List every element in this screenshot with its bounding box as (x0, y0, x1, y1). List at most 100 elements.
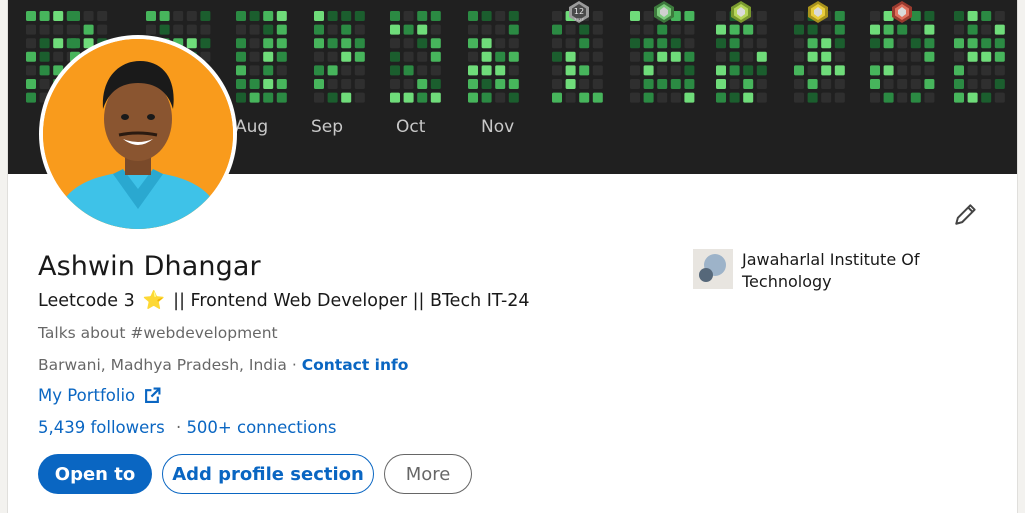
contribution-cell (821, 92, 832, 103)
headline-suffix: || Frontend Web Developer || BTech IT-24 (173, 290, 530, 311)
contribution-cell (26, 65, 36, 76)
contribution-cell (897, 92, 908, 103)
svg-text:12: 12 (574, 7, 584, 16)
contribution-cell (794, 79, 804, 89)
contribution-cell (910, 24, 921, 35)
contribution-cell (263, 79, 274, 89)
contribution-cell (508, 79, 519, 89)
contribution-cell (630, 92, 640, 103)
contribution-cell (834, 24, 845, 35)
contribution-cell (565, 79, 576, 89)
contribution-cell (807, 51, 818, 62)
contribution-cell (481, 38, 492, 49)
contribution-cell (716, 79, 726, 89)
contribution-cell (249, 11, 260, 21)
contribution-cell (743, 79, 754, 89)
contribution-cell (670, 38, 681, 49)
contribution-cell (743, 51, 754, 62)
contribution-cell (870, 79, 880, 89)
contribution-cell (200, 24, 211, 35)
contribution-cell (236, 79, 246, 89)
more-button[interactable]: More (384, 454, 472, 494)
contribution-cell (670, 51, 681, 62)
contribution-cell (954, 65, 964, 76)
contribution-cell (263, 38, 274, 49)
contribution-cell (552, 92, 562, 103)
contribution-cell (743, 92, 754, 103)
contribution-cell (897, 24, 908, 35)
contribution-cell (954, 11, 964, 21)
contribution-cell (592, 51, 603, 62)
contribution-cell (314, 24, 324, 35)
contribution-cell (341, 38, 352, 49)
contribution-cell (327, 79, 338, 89)
contribution-cell (967, 79, 978, 89)
portfolio-link[interactable]: My Portfolio (38, 386, 161, 405)
contribution-cell (495, 92, 506, 103)
contribution-cell (924, 38, 935, 49)
edit-intro-button[interactable] (948, 196, 984, 232)
contact-info-link[interactable]: Contact info (302, 356, 409, 374)
school-name: Jawaharlal Institute Of Technology (742, 250, 920, 291)
profile-avatar[interactable] (39, 35, 237, 233)
contribution-cell (834, 38, 845, 49)
connections-link[interactable]: 500+ connections (186, 418, 336, 437)
contribution-cell (236, 11, 246, 21)
location-text: Barwani, Madhya Pradesh, India (38, 356, 287, 374)
contribution-cell (263, 11, 274, 21)
contribution-cell (684, 79, 695, 89)
contribution-cell (670, 79, 681, 89)
contribution-cell (390, 24, 400, 35)
contribution-cell (552, 11, 562, 21)
followers-link[interactable]: 5,439 followers (38, 418, 165, 437)
profile-headline: Leetcode 3 ⭐ || Frontend Web Developer |… (38, 290, 530, 311)
pencil-icon (955, 204, 976, 225)
contribution-cell (994, 51, 1005, 62)
svg-text:2022: 2022 (574, 17, 584, 22)
contribution-cell (756, 92, 767, 103)
contribution-cell (821, 65, 832, 76)
education-entry[interactable]: Jawaharlal Institute Of Technology (693, 249, 942, 293)
contribution-cell (417, 24, 428, 35)
contribution-cell (70, 24, 80, 35)
badge-yellow-icon (808, 1, 828, 23)
contribution-cell (924, 11, 935, 21)
contribution-cell (883, 92, 894, 103)
contribution-cell (967, 92, 978, 103)
contribution-cell (967, 38, 978, 49)
contribution-cell (236, 51, 246, 62)
contribution-cell (729, 51, 740, 62)
contribution-cell (327, 11, 338, 21)
open-to-button[interactable]: Open to (38, 454, 152, 494)
contribution-cell (756, 11, 767, 21)
contribution-cell (670, 65, 681, 76)
contribution-cell (870, 11, 880, 21)
contribution-cell (910, 79, 921, 89)
contribution-cell (910, 65, 921, 76)
contribution-cell (794, 65, 804, 76)
badge-green-icon (654, 1, 674, 23)
contribution-cell (341, 79, 352, 89)
contribution-cell (630, 65, 640, 76)
contribution-cell (70, 11, 80, 21)
contribution-cell (756, 51, 767, 62)
contribution-cell (807, 65, 818, 76)
contribution-cell (236, 65, 246, 76)
contribution-cell (684, 11, 695, 21)
contribution-cell (552, 51, 562, 62)
contribution-cell (592, 38, 603, 49)
contribution-cell (924, 79, 935, 89)
contribution-cell (592, 65, 603, 76)
add-profile-section-button[interactable]: Add profile section (162, 454, 374, 494)
contribution-cell (821, 24, 832, 35)
contribution-cell (716, 11, 726, 21)
contribution-cell (657, 38, 668, 49)
contribution-cell (341, 92, 352, 103)
contribution-cell (821, 79, 832, 89)
contribution-cell (994, 79, 1005, 89)
contribution-cell (729, 92, 740, 103)
contribution-cell (417, 79, 428, 89)
badge-2022-icon: 12 2022 (569, 1, 589, 23)
contribution-cell (263, 65, 274, 76)
contribution-cell (643, 38, 654, 49)
